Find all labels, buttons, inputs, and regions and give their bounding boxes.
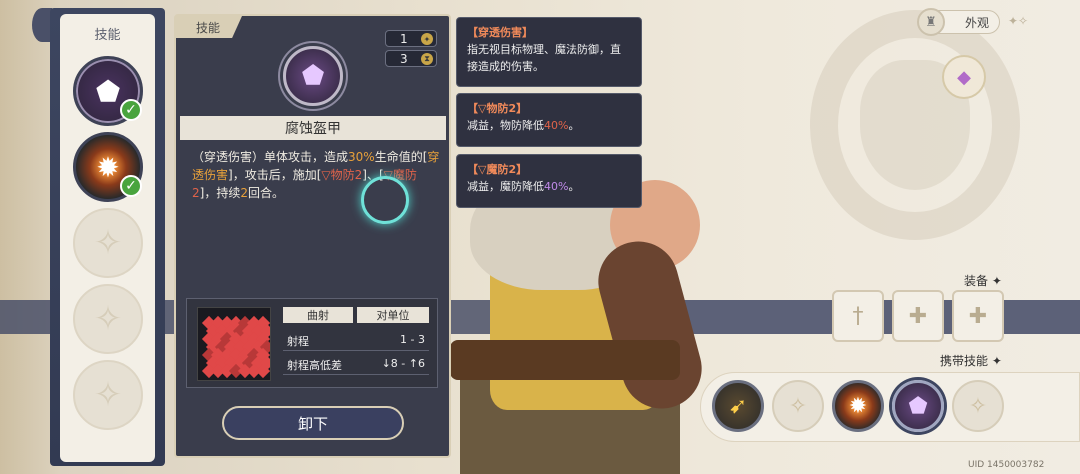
carry-slot-3[interactable]: ✹: [832, 380, 884, 432]
cracked-armor-icon: ⬟: [908, 393, 928, 419]
skill-name: 腐蚀盔甲: [180, 116, 446, 140]
range-row: 射程高低差 ↓8 - ↑6: [283, 353, 429, 375]
staff-sparkle-icon: ✧: [93, 375, 123, 415]
cracked-armor-icon: ⬟: [301, 61, 325, 91]
tooltip-pierce-damage: 【穿透伤害】 指无视目标物理、魔法防御，直接造成的伤害。: [456, 17, 642, 87]
bow-icon: ➹: [728, 393, 748, 419]
back-button[interactable]: [32, 8, 52, 42]
range-target: 对单位: [357, 307, 429, 323]
carry-slot-5[interactable]: ✧: [952, 380, 1004, 432]
skill-detail-panel: 技能 1 ✦ 3 ⧗ ⬟ 腐蚀盔甲 （穿透伤害）单体攻击，造成30%生命值的[穿…: [174, 14, 451, 458]
sparkle-icon: ✦✧: [1008, 14, 1029, 28]
staff-sparkle-icon: ✧: [93, 299, 123, 339]
skill-slot-1[interactable]: ⬟ ✓: [73, 56, 143, 126]
range-row: 射程 1 - 3: [283, 329, 429, 351]
carry-slot-1[interactable]: ➹: [712, 380, 764, 432]
skill-slot-2[interactable]: ✹ ✓: [73, 132, 143, 202]
hourglass-icon: ⧗: [421, 53, 433, 65]
range-type: 曲射: [283, 307, 353, 323]
skill-icon-large: ⬟: [283, 46, 343, 106]
fire-burst-icon: ✹: [848, 393, 868, 419]
gem-plus-icon: ✚: [968, 303, 988, 329]
heart-gem-icon[interactable]: ◆: [942, 55, 986, 99]
check-icon: ✓: [120, 175, 142, 197]
carry-skills-label: 携带技能 ✦: [940, 354, 1002, 368]
skill-list-panel: 技能 ⬟ ✓ ✹ ✓ ✧ ✧ ✧: [50, 8, 165, 466]
skill-slot-5[interactable]: ✧: [73, 360, 143, 430]
tooltip-pdef-debuff: 【▽物防2】 减益，物防降低40%。: [456, 93, 642, 147]
star-icon: ✦: [421, 33, 433, 45]
tooltip-mdef-debuff: 【▽魔防2】 减益，魔防降低40%。: [456, 154, 642, 208]
user-id: UID 1450003782: [968, 460, 1045, 470]
link-pdef-debuff[interactable]: ▽物防2: [321, 168, 362, 182]
outfit-icon: ♜: [917, 8, 945, 36]
staff-sparkle-icon: ✧: [788, 393, 808, 419]
carry-slot-2[interactable]: ✧: [772, 380, 824, 432]
staff-sparkle-icon: ✧: [93, 223, 123, 263]
unload-button[interactable]: 卸下: [222, 406, 404, 440]
staff-sparkle-icon: ✧: [968, 393, 988, 419]
skill-slot-3[interactable]: ✧: [73, 208, 143, 278]
equip-slot-accessory[interactable]: ✚: [952, 290, 1004, 342]
skill-slot-4[interactable]: ✧: [73, 284, 143, 354]
check-icon: ✓: [120, 99, 142, 121]
appearance-button[interactable]: ♜ 外观: [917, 8, 1000, 36]
sword-icon: †: [852, 303, 864, 329]
touch-cursor: [361, 176, 409, 224]
cooldown-counter: 3 ⧗: [385, 50, 437, 67]
equip-label: 装备 ✦: [964, 274, 1002, 288]
skill-list-title: 技能: [94, 28, 121, 43]
detail-tag: 技能: [176, 16, 242, 38]
shield-plus-icon: ✚: [908, 303, 928, 329]
carry-slot-4[interactable]: ⬟: [892, 380, 944, 432]
range-info: 曲射 对单位 射程 1 - 3 射程高低差 ↓8 - ↑6: [186, 298, 438, 388]
equip-slot-armor[interactable]: ✚: [892, 290, 944, 342]
cost-counter: 1 ✦: [385, 30, 437, 47]
equip-slot-weapon[interactable]: †: [832, 290, 884, 342]
range-grid-image: [197, 307, 271, 381]
